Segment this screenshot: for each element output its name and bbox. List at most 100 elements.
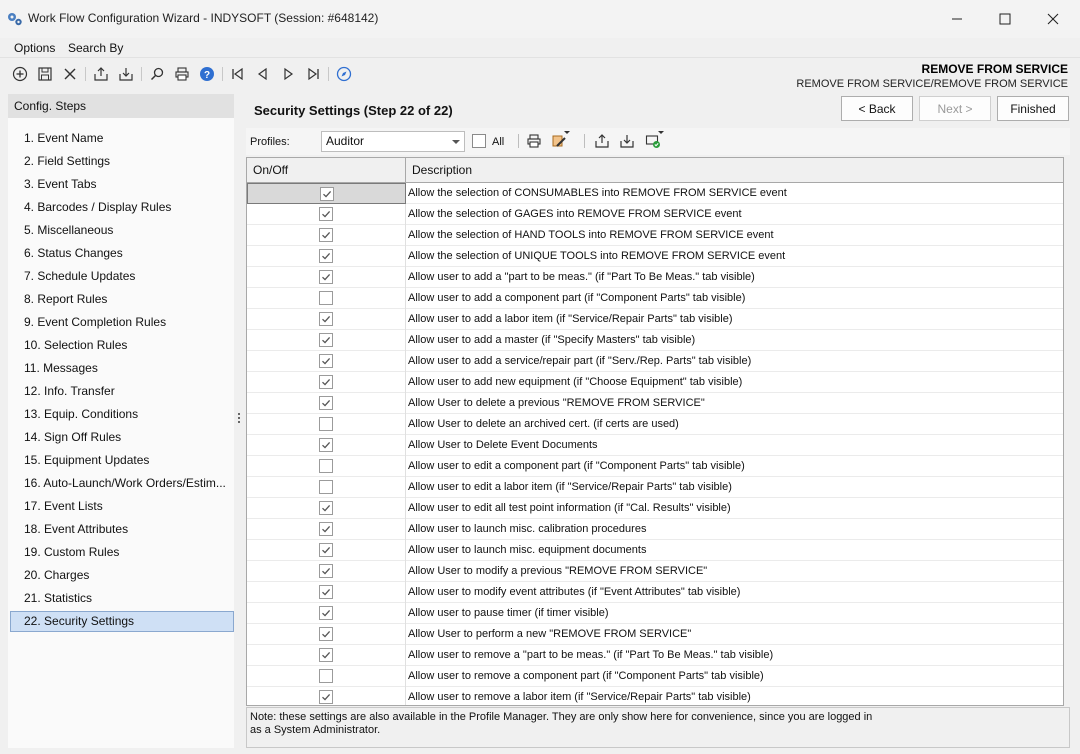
menu-options[interactable]: Options xyxy=(14,41,55,55)
config-step-item[interactable]: 14. Sign Off Rules xyxy=(10,427,234,448)
config-step-item[interactable]: 5. Miscellaneous xyxy=(10,220,234,241)
last-record-button[interactable] xyxy=(304,65,322,83)
table-row[interactable]: Allow user to add a master (if "Specify … xyxy=(247,330,1063,351)
setting-checkbox-checked[interactable] xyxy=(320,187,334,201)
menu-search-by[interactable]: Search By xyxy=(68,41,123,55)
setting-checkbox-checked[interactable] xyxy=(319,438,333,452)
splitter-grip-icon[interactable] xyxy=(238,413,241,425)
onoff-cell[interactable] xyxy=(247,414,406,435)
onoff-cell[interactable] xyxy=(247,393,406,414)
setting-checkbox-checked[interactable] xyxy=(319,627,333,641)
finished-button[interactable]: Finished xyxy=(997,96,1069,121)
table-row[interactable]: Allow user to add a service/repair part … xyxy=(247,351,1063,372)
delete-button[interactable] xyxy=(61,65,79,83)
table-row[interactable]: Allow the selection of HAND TOOLS into R… xyxy=(247,225,1063,246)
onoff-cell[interactable] xyxy=(247,687,406,705)
onoff-cell[interactable] xyxy=(247,624,406,645)
save-button[interactable] xyxy=(36,65,54,83)
setting-checkbox-checked[interactable] xyxy=(319,375,333,389)
next-record-button[interactable] xyxy=(279,65,297,83)
onoff-cell[interactable] xyxy=(247,204,406,225)
onoff-cell[interactable] xyxy=(247,477,406,498)
config-step-item[interactable]: 2. Field Settings xyxy=(10,151,234,172)
config-step-item[interactable]: 15. Equipment Updates xyxy=(10,450,234,471)
onoff-cell[interactable] xyxy=(247,351,406,372)
setting-checkbox-unchecked[interactable] xyxy=(319,291,333,305)
onoff-cell[interactable] xyxy=(247,498,406,519)
onoff-cell[interactable] xyxy=(247,603,406,624)
config-step-item[interactable]: 1. Event Name xyxy=(10,128,234,149)
setting-checkbox-unchecked[interactable] xyxy=(319,480,333,494)
config-step-item[interactable]: 4. Barcodes / Display Rules xyxy=(10,197,234,218)
setting-checkbox-checked[interactable] xyxy=(319,354,333,368)
onoff-cell[interactable] xyxy=(247,456,406,477)
print-grid-button[interactable] xyxy=(525,132,543,150)
onoff-cell[interactable] xyxy=(247,267,406,288)
onoff-cell[interactable] xyxy=(247,435,406,456)
config-step-item[interactable]: 6. Status Changes xyxy=(10,243,234,264)
table-row[interactable]: Allow the selection of GAGES into REMOVE… xyxy=(247,204,1063,225)
config-step-item[interactable]: 20. Charges xyxy=(10,565,234,586)
onoff-cell[interactable] xyxy=(247,666,406,687)
config-step-item[interactable]: 17. Event Lists xyxy=(10,496,234,517)
import-grid-button[interactable] xyxy=(618,132,636,150)
setting-checkbox-checked[interactable] xyxy=(319,648,333,662)
table-row[interactable]: Allow user to edit a labor item (if "Ser… xyxy=(247,477,1063,498)
table-row[interactable]: Allow user to add a component part (if "… xyxy=(247,288,1063,309)
config-step-item[interactable]: 7. Schedule Updates xyxy=(10,266,234,287)
setting-checkbox-unchecked[interactable] xyxy=(319,417,333,431)
config-step-item[interactable]: 19. Custom Rules xyxy=(10,542,234,563)
setting-checkbox-checked[interactable] xyxy=(319,501,333,515)
onoff-cell[interactable] xyxy=(247,519,406,540)
profile-select[interactable]: Auditor xyxy=(321,131,465,152)
table-row[interactable]: Allow user to edit all test point inform… xyxy=(247,498,1063,519)
config-step-item[interactable]: 3. Event Tabs xyxy=(10,174,234,195)
onoff-cell[interactable] xyxy=(247,645,406,666)
maximize-button[interactable] xyxy=(982,0,1028,38)
config-step-item[interactable]: 11. Messages xyxy=(10,358,234,379)
onoff-cell[interactable] xyxy=(247,330,406,351)
config-step-item[interactable]: 21. Statistics xyxy=(10,588,234,609)
edit-dropdown-arrow-icon[interactable] xyxy=(564,131,570,134)
setting-checkbox-checked[interactable] xyxy=(319,333,333,347)
add-button[interactable] xyxy=(11,65,29,83)
table-row[interactable]: Allow user to remove a component part (i… xyxy=(247,666,1063,687)
import-button[interactable] xyxy=(117,65,135,83)
table-row[interactable]: Allow user to add a "part to be meas." (… xyxy=(247,267,1063,288)
onoff-cell[interactable] xyxy=(247,561,406,582)
grid-options-dropdown-arrow-icon[interactable] xyxy=(658,131,664,134)
previous-record-button[interactable] xyxy=(254,65,272,83)
config-step-item[interactable]: 8. Report Rules xyxy=(10,289,234,310)
column-header-description[interactable]: Description xyxy=(406,158,1063,183)
onoff-cell[interactable] xyxy=(247,540,406,561)
setting-checkbox-checked[interactable] xyxy=(319,312,333,326)
help-button[interactable]: ? xyxy=(198,65,216,83)
table-row[interactable]: Allow user to add new equipment (if "Cho… xyxy=(247,372,1063,393)
onoff-cell[interactable] xyxy=(247,288,406,309)
all-profiles-checkbox[interactable] xyxy=(472,134,486,148)
table-row[interactable]: Allow User to delete an archived cert. (… xyxy=(247,414,1063,435)
table-row[interactable]: Allow user to edit a component part (if … xyxy=(247,456,1063,477)
setting-checkbox-checked[interactable] xyxy=(319,606,333,620)
table-row[interactable]: Allow user to remove a labor item (if "S… xyxy=(247,687,1063,705)
onoff-cell[interactable] xyxy=(247,372,406,393)
setting-checkbox-checked[interactable] xyxy=(319,228,333,242)
config-step-item[interactable]: 16. Auto-Launch/Work Orders/Estim... xyxy=(10,473,234,494)
onoff-cell[interactable] xyxy=(247,582,406,603)
table-row[interactable]: Allow user to add a labor item (if "Serv… xyxy=(247,309,1063,330)
config-step-item[interactable]: 22. Security Settings xyxy=(10,611,234,632)
onoff-cell[interactable] xyxy=(247,225,406,246)
export-button[interactable] xyxy=(92,65,110,83)
setting-checkbox-checked[interactable] xyxy=(319,396,333,410)
export-grid-button[interactable] xyxy=(593,132,611,150)
column-header-onoff[interactable]: On/Off xyxy=(247,158,406,183)
table-row[interactable]: Allow user to launch misc. equipment doc… xyxy=(247,540,1063,561)
config-step-item[interactable]: 12. Info. Transfer xyxy=(10,381,234,402)
table-row[interactable]: Allow user to remove a "part to be meas.… xyxy=(247,645,1063,666)
minimize-button[interactable] xyxy=(934,0,980,38)
config-step-item[interactable]: 18. Event Attributes xyxy=(10,519,234,540)
setting-checkbox-checked[interactable] xyxy=(319,522,333,536)
table-row[interactable]: Allow user to pause timer (if timer visi… xyxy=(247,603,1063,624)
setting-checkbox-checked[interactable] xyxy=(319,270,333,284)
setting-checkbox-checked[interactable] xyxy=(319,249,333,263)
